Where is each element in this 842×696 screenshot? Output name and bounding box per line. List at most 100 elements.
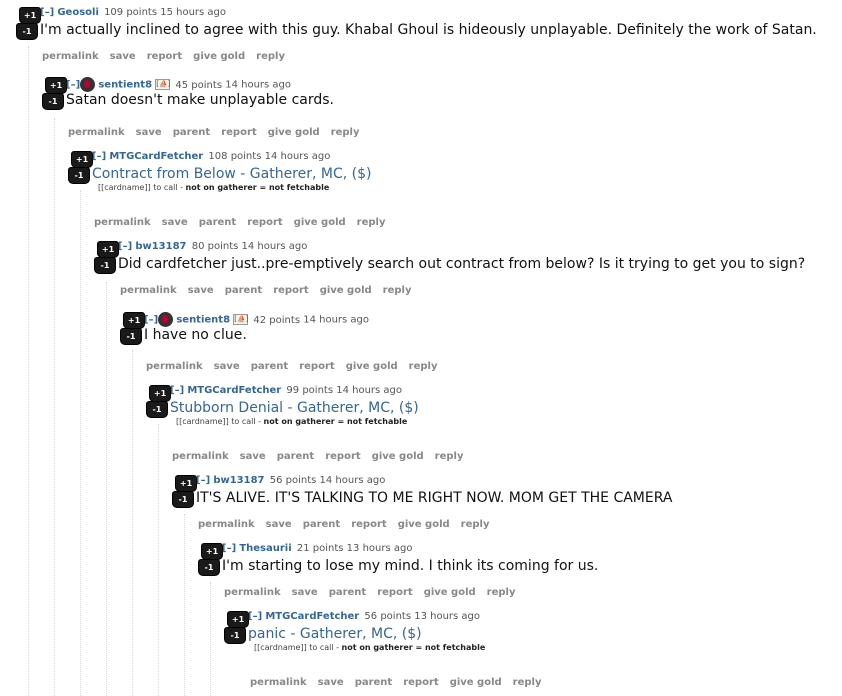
report-button[interactable]: report [221,127,256,138]
save-button[interactable]: save [136,127,162,138]
downvote-icon[interactable]: -1 [172,491,194,508]
parent-button[interactable]: parent [173,127,211,138]
report-button[interactable]: report [403,677,438,688]
comment-score: 56 points [269,475,317,486]
downvote-icon[interactable]: -1 [16,23,38,40]
give-gold-button[interactable]: give gold [450,677,502,688]
permalink-button[interactable]: permalink [250,677,307,688]
upvote-icon[interactable]: +1 [123,312,145,329]
downvote-icon[interactable]: -1 [94,257,116,274]
save-button[interactable]: save [188,285,214,296]
parent-button[interactable]: parent [303,519,341,530]
downvote-icon[interactable]: -1 [146,401,168,418]
card-link[interactable]: Stubborn Denial - Gatherer, MC, ($) [170,400,419,416]
upvote-icon[interactable]: +1 [175,475,197,492]
give-gold-button[interactable]: give gold [193,51,245,62]
card-link[interactable]: panic - Gatherer, MC, ($) [248,626,422,642]
upvote-icon[interactable]: +1 [201,543,223,560]
upvote-icon[interactable]: +1 [19,7,41,24]
collapse-toggle[interactable]: [–] [144,315,158,326]
reply-button[interactable]: reply [357,217,386,228]
give-gold-button[interactable]: give gold [424,587,476,598]
reply-button[interactable]: reply [513,677,542,688]
save-button[interactable]: save [292,587,318,598]
nesting-line [106,282,107,696]
author-link[interactable]: MTGCardFetcher [109,151,203,162]
reply-button[interactable]: reply [487,587,516,598]
comment-buttons: permalink save parent report give gold reply [250,677,553,688]
upvote-icon[interactable]: +1 [227,611,249,628]
parent-button[interactable]: parent [225,285,263,296]
comment-buttons: permalink save parent report give gold reply [198,519,501,530]
reply-button[interactable]: reply [383,285,412,296]
save-button[interactable]: save [240,451,266,462]
reply-button[interactable]: reply [331,127,360,138]
save-button[interactable]: save [214,361,240,372]
downvote-icon[interactable]: -1 [120,328,142,345]
comment-tagline: [–] MTGCardFetcher 99 points 14 hours ag… [170,385,402,396]
author-link[interactable]: sentient8 [98,80,152,91]
report-button[interactable]: report [351,519,386,530]
author-link[interactable]: MTGCardFetcher [187,385,281,396]
upvote-icon[interactable]: +1 [45,77,67,94]
collapse-toggle[interactable]: [–] [196,475,210,486]
permalink-button[interactable]: permalink [94,217,151,228]
collapse-toggle[interactable]: [–] [92,151,106,162]
permalink-button[interactable]: permalink [172,451,229,462]
collapse-toggle[interactable]: [–] [222,543,236,554]
save-button[interactable]: save [162,217,188,228]
report-button[interactable]: report [247,217,282,228]
parent-button[interactable]: parent [251,361,289,372]
give-gold-button[interactable]: give gold [320,285,372,296]
permalink-button[interactable]: permalink [224,587,281,598]
bot-footnote: [[cardname]] to call - not on gatherer =… [254,643,485,652]
collapse-toggle[interactable]: [–] [40,7,54,18]
author-link[interactable]: bw13187 [213,475,264,486]
report-button[interactable]: report [147,51,182,62]
collapse-toggle[interactable]: [–] [170,385,184,396]
report-button[interactable]: report [377,587,412,598]
report-button[interactable]: report [325,451,360,462]
author-link[interactable]: Geosoli [57,7,99,18]
downvote-icon[interactable]: -1 [224,627,246,644]
save-button[interactable]: save [266,519,292,530]
author-link[interactable]: sentient8 [176,315,230,326]
collapse-toggle[interactable]: [–] [118,241,132,252]
reply-button[interactable]: reply [435,451,464,462]
reply-button[interactable]: reply [409,361,438,372]
downvote-icon[interactable]: -1 [42,93,64,110]
give-gold-button[interactable]: give gold [268,127,320,138]
comment-time: 14 hours ago [225,79,292,91]
report-button[interactable]: report [273,285,308,296]
permalink-button[interactable]: permalink [120,285,177,296]
permalink-button[interactable]: permalink [146,361,203,372]
author-link[interactable]: MTGCardFetcher [265,611,359,622]
report-button[interactable]: report [299,361,334,372]
reply-button[interactable]: reply [256,51,285,62]
collapse-toggle[interactable]: [–] [248,611,262,622]
save-button[interactable]: save [318,677,344,688]
card-link[interactable]: Contract from Below - Gatherer, MC, ($) [92,166,372,182]
permalink-button[interactable]: permalink [198,519,255,530]
parent-button[interactable]: parent [199,217,237,228]
give-gold-button[interactable]: give gold [398,519,450,530]
reply-button[interactable]: reply [461,519,490,530]
give-gold-button[interactable]: give gold [294,217,346,228]
upvote-icon[interactable]: +1 [71,151,93,168]
permalink-button[interactable]: permalink [42,51,99,62]
downvote-icon[interactable]: -1 [68,167,90,184]
comment-body: Satan doesn't make unplayable cards. [66,92,334,108]
author-link[interactable]: Thesaurii [239,543,291,554]
parent-button[interactable]: parent [329,587,367,598]
give-gold-button[interactable]: give gold [372,451,424,462]
upvote-icon[interactable]: +1 [97,241,119,258]
save-button[interactable]: save [110,51,136,62]
parent-button[interactable]: parent [277,451,315,462]
permalink-button[interactable]: permalink [68,127,125,138]
downvote-icon[interactable]: -1 [198,559,220,576]
give-gold-button[interactable]: give gold [346,361,398,372]
collapse-toggle[interactable]: [–] [66,80,80,91]
parent-button[interactable]: parent [355,677,393,688]
author-link[interactable]: bw13187 [135,241,186,252]
upvote-icon[interactable]: +1 [149,385,171,402]
